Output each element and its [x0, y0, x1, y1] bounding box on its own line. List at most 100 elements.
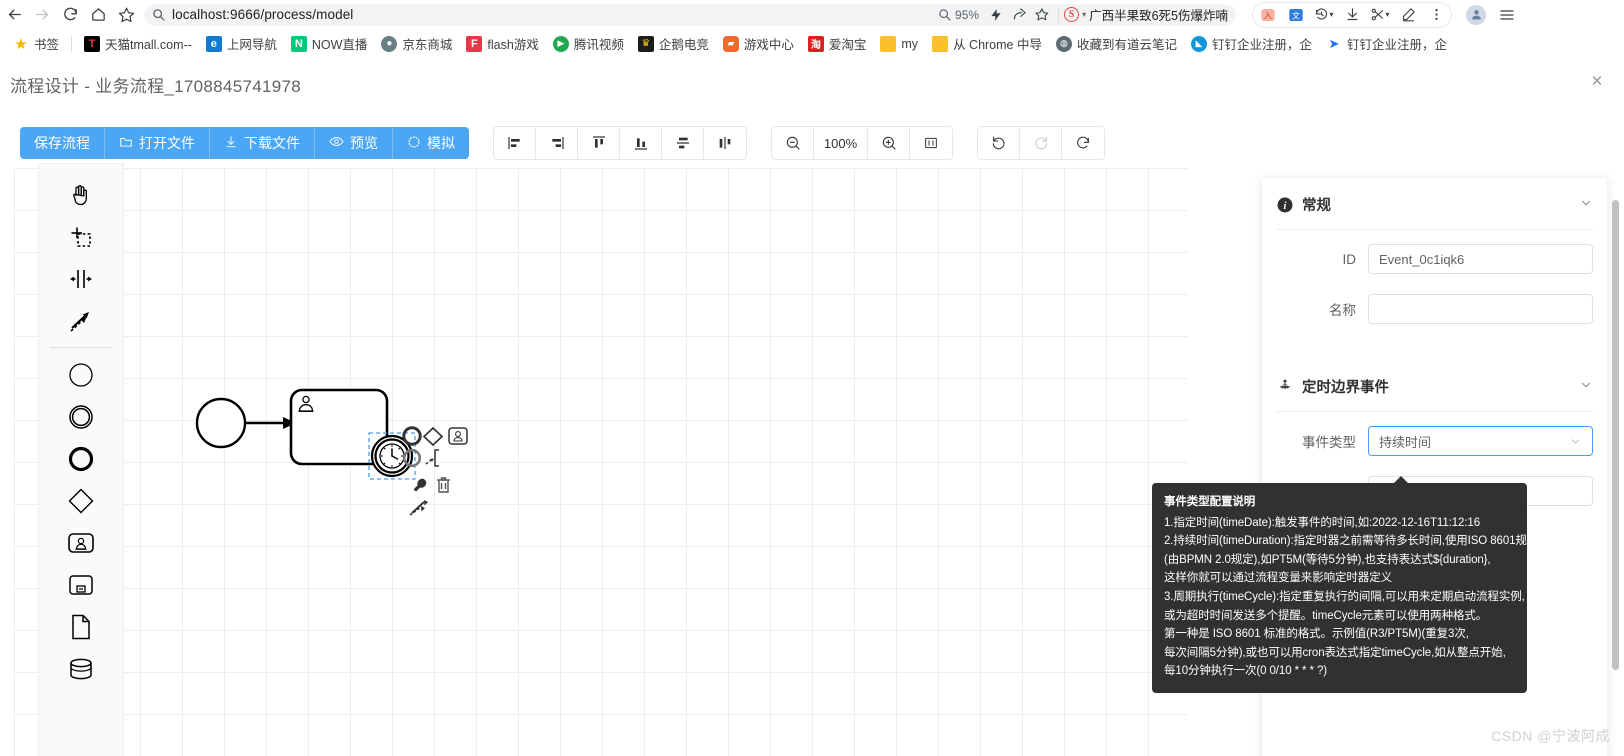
zoom-indicator[interactable]: 95% — [938, 8, 979, 22]
panel-scrollbar[interactable] — [1612, 200, 1619, 670]
database-icon[interactable] — [55, 648, 107, 690]
lasso-icon[interactable] — [55, 216, 107, 258]
undo-icon[interactable] — [978, 127, 1020, 159]
user-task-icon[interactable] — [55, 522, 107, 564]
bookmark-item[interactable]: ◍ 收藏到有道云笔记 — [1049, 32, 1184, 56]
simulate-icon — [407, 135, 421, 152]
folder-icon — [880, 35, 897, 52]
bookmark-label: 书签 — [34, 38, 60, 52]
save-process-button[interactable]: 保存流程 — [20, 127, 105, 159]
hand-icon[interactable] — [55, 174, 107, 216]
align-right-icon[interactable] — [536, 127, 578, 159]
canvas-zoom-value[interactable]: 100% — [814, 127, 868, 159]
align-bottom-icon[interactable] — [620, 127, 662, 159]
bookmark-item[interactable]: T 天猫tmall.com-- — [77, 32, 199, 56]
chevron-down-icon — [1569, 435, 1582, 451]
bookmark-item[interactable]: ▰ 游戏中心 — [716, 32, 801, 56]
bookmark-item[interactable]: ➤ 钉钉企业注册，企 — [1319, 32, 1454, 56]
svg-text:文: 文 — [1292, 10, 1300, 20]
subprocess-icon[interactable] — [55, 564, 107, 606]
connect-icon[interactable] — [55, 300, 107, 342]
gateway-icon[interactable] — [55, 480, 107, 522]
bookmark-item[interactable]: ◣ 钉钉企业注册，企 — [1184, 32, 1319, 56]
append-gateway-icon — [422, 426, 444, 447]
align-center-vertical-icon[interactable] — [704, 127, 746, 159]
zoom-in-icon[interactable] — [868, 127, 910, 159]
field-row-event-type: 事件类型 持续时间 — [1262, 412, 1607, 466]
translate-extension-icon[interactable]: 文 — [1283, 3, 1309, 27]
share-icon[interactable] — [1008, 4, 1030, 26]
document-icon[interactable] — [55, 606, 107, 648]
selection-outline — [368, 432, 416, 480]
start-event-icon[interactable] — [55, 354, 107, 396]
bookmark-label: 游戏中心 — [743, 38, 794, 52]
id-field-input[interactable]: Event_0c1iqk6 — [1368, 244, 1593, 274]
intermediate-event-icon[interactable] — [55, 396, 107, 438]
chevron-down-icon[interactable] — [1579, 378, 1593, 396]
hamburger-menu-icon[interactable] — [1494, 3, 1520, 27]
bookmark-item[interactable]: 淘 爱淘宝 — [801, 32, 874, 56]
preview-button[interactable]: 预览 — [315, 127, 393, 159]
sogou-badge: S — [1064, 7, 1080, 22]
download-icon[interactable] — [1339, 3, 1365, 27]
tooltip-line: 3.周期执行(timeCycle):指定重复执行的间隔,可以用来定期启动流程实例… — [1164, 590, 1525, 603]
avatar[interactable] — [1466, 4, 1486, 25]
align-left-icon[interactable] — [494, 127, 536, 159]
search-icon — [152, 8, 165, 21]
zoom-out-icon[interactable] — [772, 127, 814, 159]
refresh-icon[interactable] — [1062, 127, 1104, 159]
bookmark-item[interactable]: ● 京东商城 — [374, 32, 459, 56]
bookmark-folder[interactable]: my — [873, 32, 925, 56]
chevron-down-icon[interactable] — [1579, 196, 1593, 214]
bookmark-folder[interactable]: 从 Chrome 中导 — [925, 32, 1049, 56]
timer-boundary-section-header[interactable]: 定时边界事件 — [1262, 360, 1607, 411]
bookmark-label: 天猫tmall.com-- — [105, 38, 192, 52]
edit-pen-icon[interactable] — [1395, 3, 1421, 27]
wrench-icon — [413, 478, 427, 492]
simulate-button[interactable]: 模拟 — [393, 127, 469, 159]
chrome-menu-dots-icon[interactable] — [1423, 3, 1449, 27]
home-icon[interactable] — [84, 1, 112, 29]
bookmark-item[interactable]: ▶ 腾讯视频 — [546, 32, 631, 56]
lightning-icon[interactable] — [985, 4, 1007, 26]
align-top-icon[interactable] — [578, 127, 620, 159]
forward-arrow-icon[interactable] — [28, 1, 56, 29]
bookmark-item[interactable]: F flash游戏 — [459, 32, 545, 56]
zoom-button-group: 100% — [771, 126, 953, 160]
end-event-icon[interactable] — [55, 438, 107, 480]
field-row-name: 名称 — [1262, 284, 1607, 334]
close-icon[interactable]: × — [1586, 72, 1608, 94]
event-type-select[interactable]: 持续时间 — [1368, 426, 1593, 456]
news-chip[interactable]: S ▾ 广西半果致6死5伤爆炸喃 — [1064, 5, 1228, 24]
fit-viewport-icon[interactable] — [910, 127, 952, 159]
redo-icon[interactable] — [1020, 127, 1062, 159]
reload-icon[interactable] — [56, 1, 84, 29]
simulate-label: 模拟 — [427, 135, 455, 151]
bpmn-canvas[interactable] — [14, 168, 1188, 756]
name-field-input[interactable] — [1368, 294, 1593, 324]
align-center-horizontal-icon[interactable] — [662, 127, 704, 159]
open-file-button[interactable]: 打开文件 — [105, 127, 210, 159]
bookmark-item[interactable]: e 上网导航 — [199, 32, 284, 56]
folder-icon — [932, 35, 949, 52]
address-bar[interactable]: localhost:9666/process/model 95% S ▾ 广西半… — [144, 3, 1236, 26]
tooltip-line: 或为超时时间发送多个提醒。timeCycle元素可以使用两种格式。 — [1164, 609, 1488, 622]
space-tool-icon[interactable] — [55, 258, 107, 300]
event-type-value: 持续时间 — [1379, 434, 1432, 450]
align-button-group — [493, 126, 747, 160]
download-file-button[interactable]: 下载文件 — [210, 127, 315, 159]
scissors-icon[interactable]: ▾ — [1367, 3, 1393, 27]
context-pad — [402, 426, 468, 516]
bookmark-item[interactable]: ♛ 企鹅电竞 — [631, 32, 716, 56]
divider — [50, 347, 112, 348]
pdf-extension-icon[interactable]: 入 — [1255, 3, 1281, 27]
bpmn-palette — [38, 163, 124, 756]
bookmark-star-icon[interactable] — [112, 1, 140, 29]
back-arrow-icon[interactable] — [0, 1, 28, 29]
history-icon[interactable]: ▾ — [1311, 3, 1337, 27]
edge-icon: e — [205, 35, 222, 52]
bookmark-item[interactable]: ★ 书签 — [6, 32, 66, 56]
general-section-header[interactable]: i 常规 — [1262, 178, 1607, 229]
collections-star-icon[interactable] — [1031, 4, 1053, 26]
bookmark-item[interactable]: N NOW直播 — [284, 32, 375, 56]
